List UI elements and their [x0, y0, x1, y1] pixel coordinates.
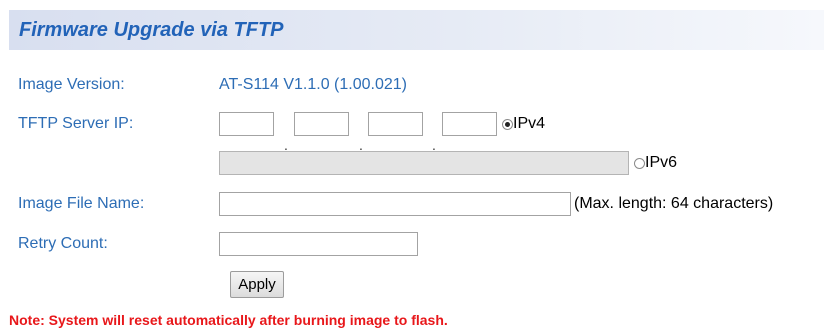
image-file-name-label: Image File Name:	[18, 195, 145, 212]
image-file-name-hint: (Max. length: 64 characters)	[574, 195, 774, 212]
ipv4-radio-label: IPv4	[513, 115, 546, 132]
page-header: Firmware Upgrade via TFTP	[9, 10, 824, 50]
image-version-label: Image Version:	[18, 76, 125, 93]
page-title: Firmware Upgrade via TFTP	[19, 19, 284, 41]
ipv4-octet-2-input[interactable]	[294, 112, 349, 136]
ipv6-radio-label: IPv6	[645, 154, 678, 171]
tftp-server-ip-label: TFTP Server IP:	[18, 115, 134, 132]
retry-count-input[interactable]	[219, 232, 418, 256]
warning-note: Note: System will reset automatically af…	[9, 312, 448, 328]
ipv4-octet-4-input[interactable]	[442, 112, 497, 136]
ipv4-radio[interactable]	[502, 119, 513, 130]
image-version-value: AT-S114 V1.1.0 (1.00.021)	[219, 76, 407, 93]
image-file-name-input[interactable]	[219, 192, 571, 216]
ipv6-address-input[interactable]	[219, 151, 629, 175]
apply-button[interactable]: Apply	[230, 271, 284, 298]
ipv6-radio[interactable]	[634, 158, 645, 169]
ipv4-octet-3-input[interactable]	[368, 112, 423, 136]
ipv4-octet-1-input[interactable]	[219, 112, 274, 136]
retry-count-label: Retry Count:	[18, 235, 108, 252]
